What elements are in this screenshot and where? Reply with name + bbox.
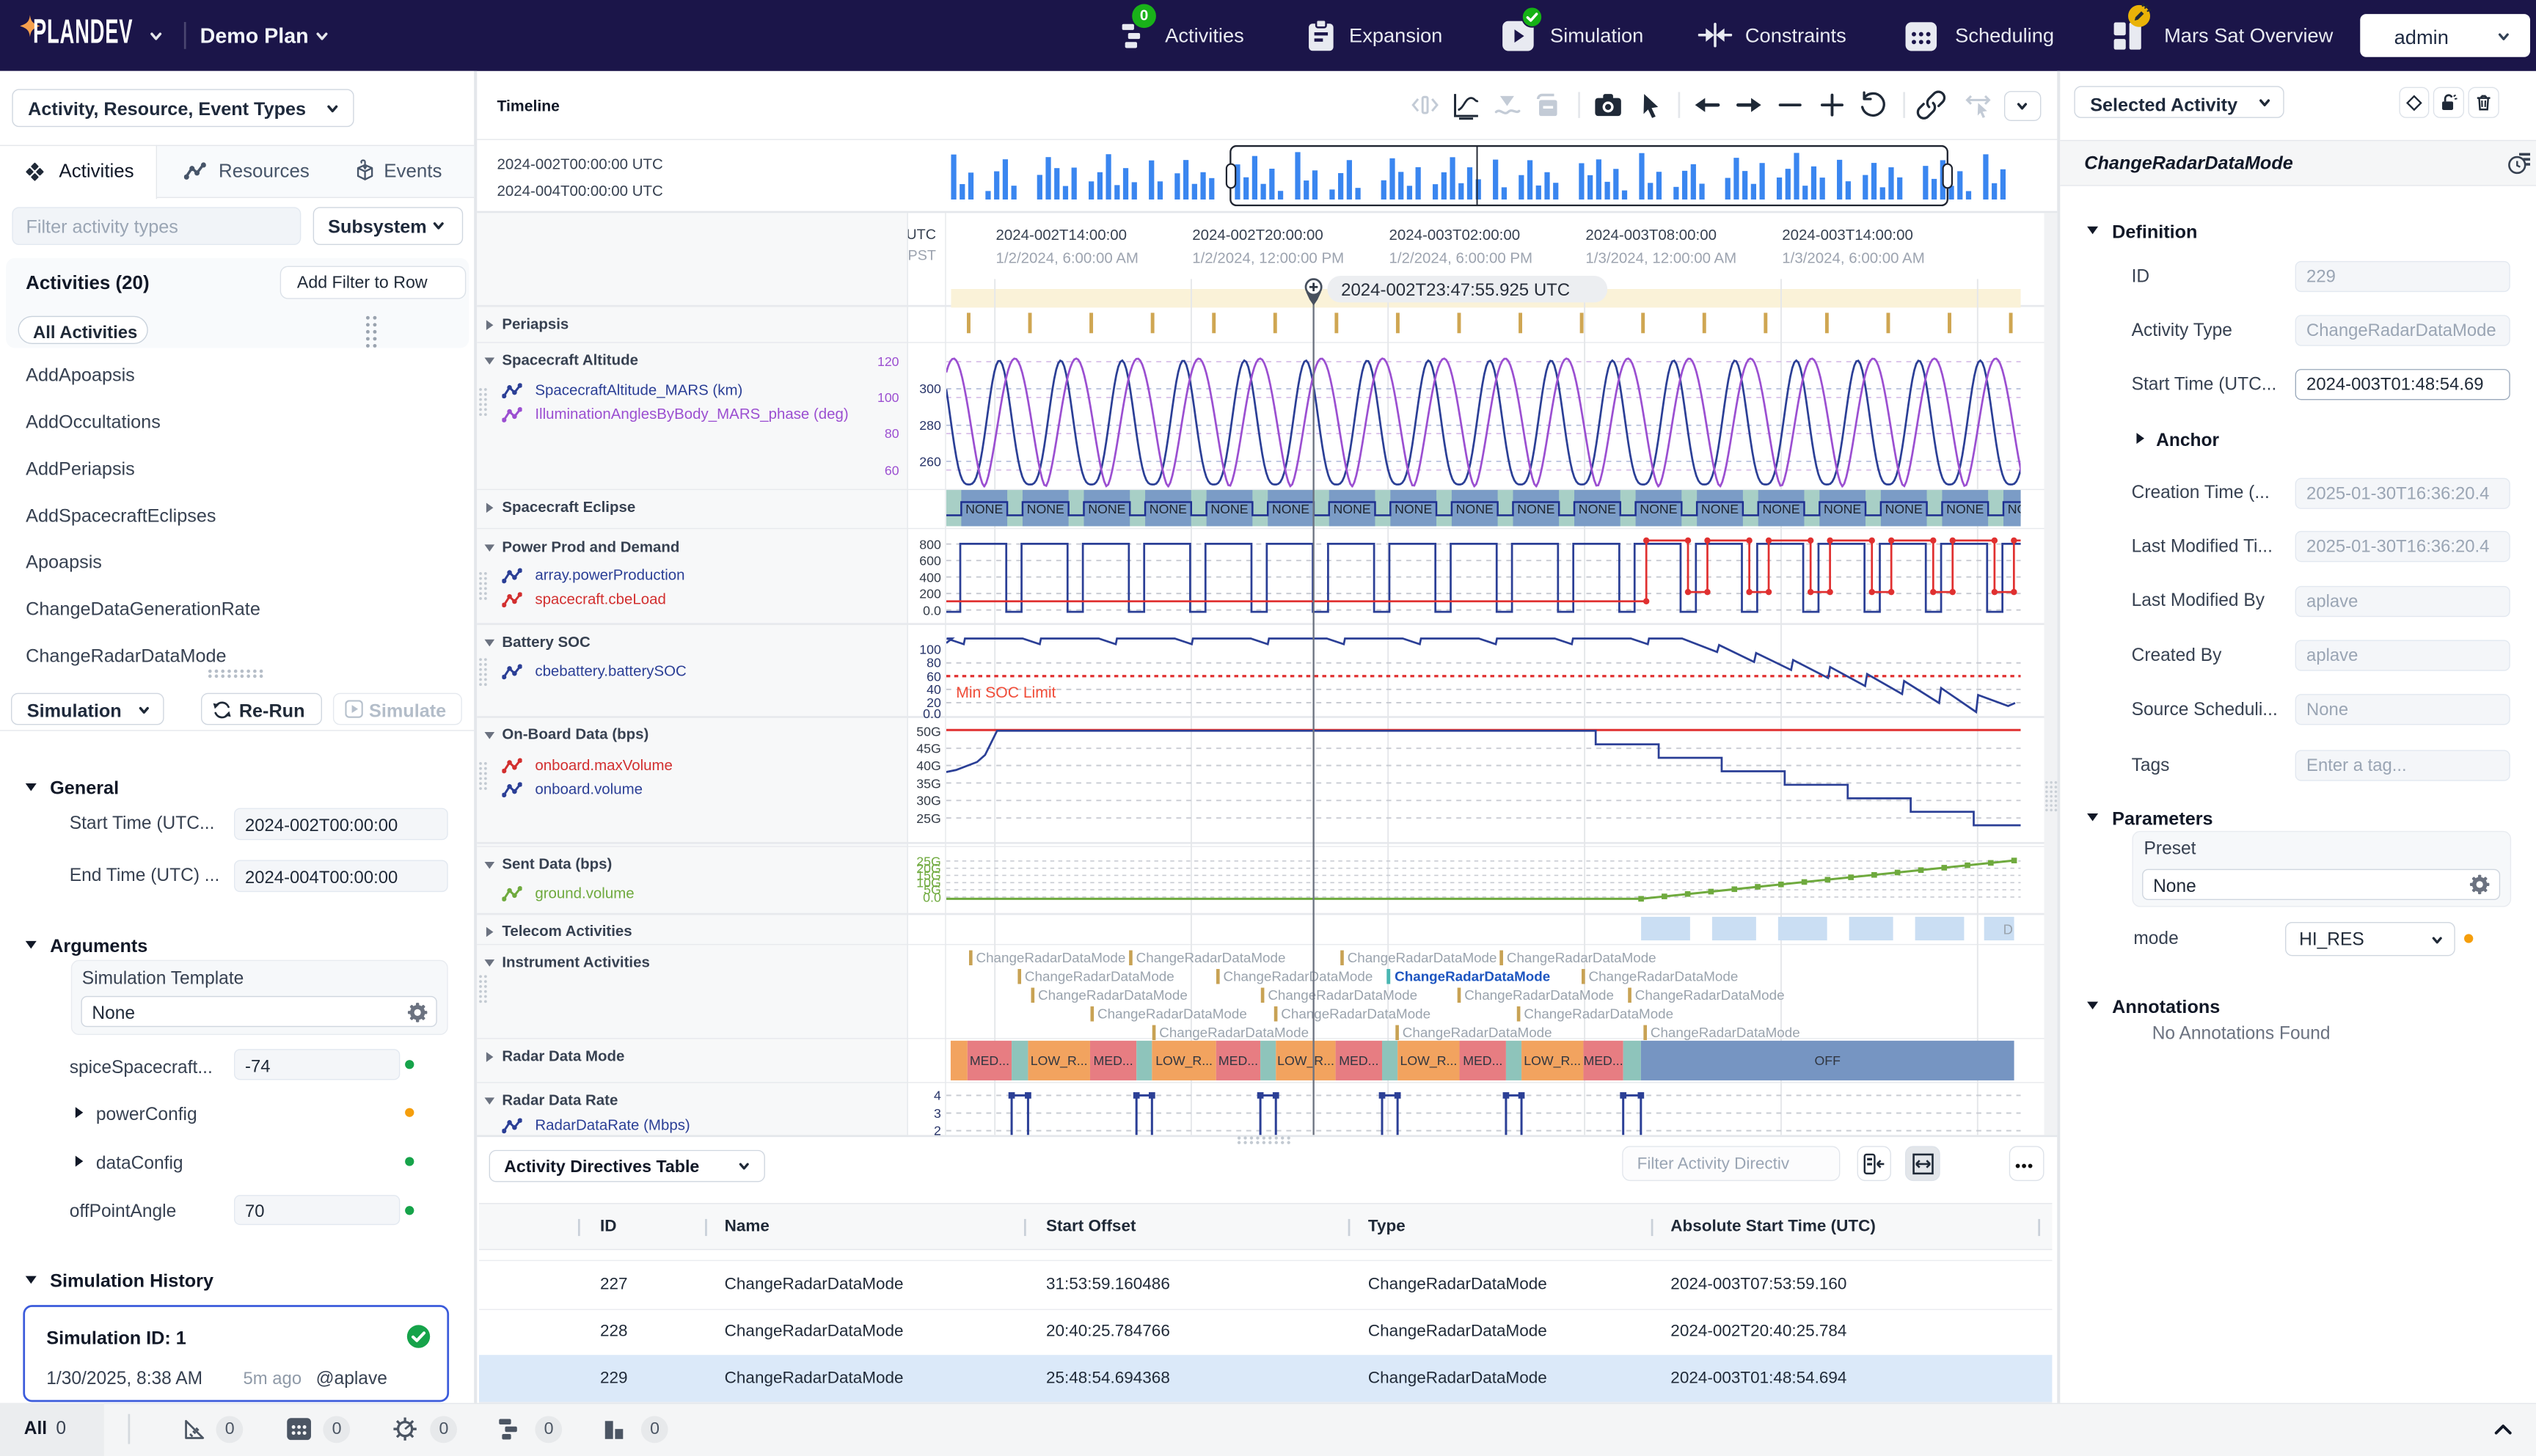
svg-text:NONE: NONE	[1946, 502, 1984, 516]
svg-text:NONE: NONE	[1762, 502, 1799, 516]
svg-text:NONE: NONE	[2008, 502, 2045, 516]
svg-text:NONE: NONE	[1210, 502, 1248, 516]
svg-text:ChangeRadarDataMode: ChangeRadarDataMode	[1507, 950, 1656, 965]
svg-text:NONE: NONE	[1272, 502, 1309, 516]
svg-text:NONE: NONE	[1640, 502, 1677, 516]
svg-text:Min SOC Limit: Min SOC Limit	[956, 684, 1056, 701]
svg-text:MED...: MED...	[1218, 1053, 1258, 1068]
svg-text:NONE: NONE	[1579, 502, 1616, 516]
svg-text:ChangeRadarDataMode: ChangeRadarDataMode	[1281, 1006, 1430, 1021]
svg-text:ChangeRadarDataMode: ChangeRadarDataMode	[1403, 1025, 1552, 1040]
svg-text:LOW_R...: LOW_R...	[1031, 1053, 1088, 1069]
svg-text:MED...: MED...	[1339, 1053, 1378, 1068]
svg-text:ChangeRadarDataMode: ChangeRadarDataMode	[1136, 950, 1286, 965]
svg-text:NONE: NONE	[1885, 502, 1923, 516]
svg-text:ChangeRadarDataMode: ChangeRadarDataMode	[1025, 968, 1174, 984]
svg-text:D: D	[2003, 921, 2013, 937]
svg-text:NONE: NONE	[1334, 502, 1371, 516]
svg-text:ChangeRadarDataMode: ChangeRadarDataMode	[1224, 968, 1373, 984]
svg-text:ChangeRadarDataMode: ChangeRadarDataMode	[1635, 987, 1785, 1003]
svg-text:NONE: NONE	[1150, 502, 1187, 516]
svg-text:2024-002T23:47:55.925 UTC: 2024-002T23:47:55.925 UTC	[1341, 280, 1570, 300]
svg-text:ChangeRadarDataMode: ChangeRadarDataMode	[1395, 968, 1550, 984]
svg-text:NONE: NONE	[1088, 502, 1125, 516]
svg-text:OFF: OFF	[1814, 1053, 1841, 1068]
svg-text:MED...: MED...	[1093, 1053, 1133, 1068]
svg-text:NONE: NONE	[1027, 502, 1064, 516]
svg-text:LOW_R...: LOW_R...	[1400, 1053, 1458, 1069]
svg-text:ChangeRadarDataMode: ChangeRadarDataMode	[1097, 1006, 1247, 1021]
svg-text:ChangeRadarDataMode: ChangeRadarDataMode	[1268, 987, 1417, 1003]
svg-text:NONE: NONE	[1456, 502, 1494, 516]
svg-text:ChangeRadarDataMode: ChangeRadarDataMode	[1524, 1006, 1673, 1021]
svg-text:LOW_R...: LOW_R...	[1524, 1053, 1581, 1069]
svg-text:MED...: MED...	[1583, 1053, 1623, 1068]
svg-text:ChangeRadarDataMode: ChangeRadarDataMode	[1464, 987, 1614, 1003]
svg-text:NONE: NONE	[965, 502, 1003, 516]
svg-text:LOW_R...: LOW_R...	[1277, 1053, 1334, 1069]
svg-text:ChangeRadarDataMode: ChangeRadarDataMode	[1038, 987, 1188, 1003]
svg-text:MED...: MED...	[970, 1053, 1009, 1068]
svg-text:LOW_R...: LOW_R...	[1155, 1053, 1213, 1069]
svg-text:ChangeRadarDataMode: ChangeRadarDataMode	[1348, 950, 1497, 965]
svg-text:NONE: NONE	[1517, 502, 1554, 516]
svg-text:ChangeRadarDataMode: ChangeRadarDataMode	[1589, 968, 1739, 984]
svg-text:NONE: NONE	[1395, 502, 1432, 516]
svg-text:ChangeRadarDataMode: ChangeRadarDataMode	[1159, 1025, 1309, 1040]
svg-text:ChangeRadarDataMode: ChangeRadarDataMode	[1651, 1025, 1800, 1040]
svg-text:NONE: NONE	[1701, 502, 1739, 516]
svg-text:MED...: MED...	[1463, 1053, 1502, 1068]
svg-text:ChangeRadarDataMode: ChangeRadarDataMode	[976, 950, 1126, 965]
svg-text:NONE: NONE	[1824, 502, 1861, 516]
